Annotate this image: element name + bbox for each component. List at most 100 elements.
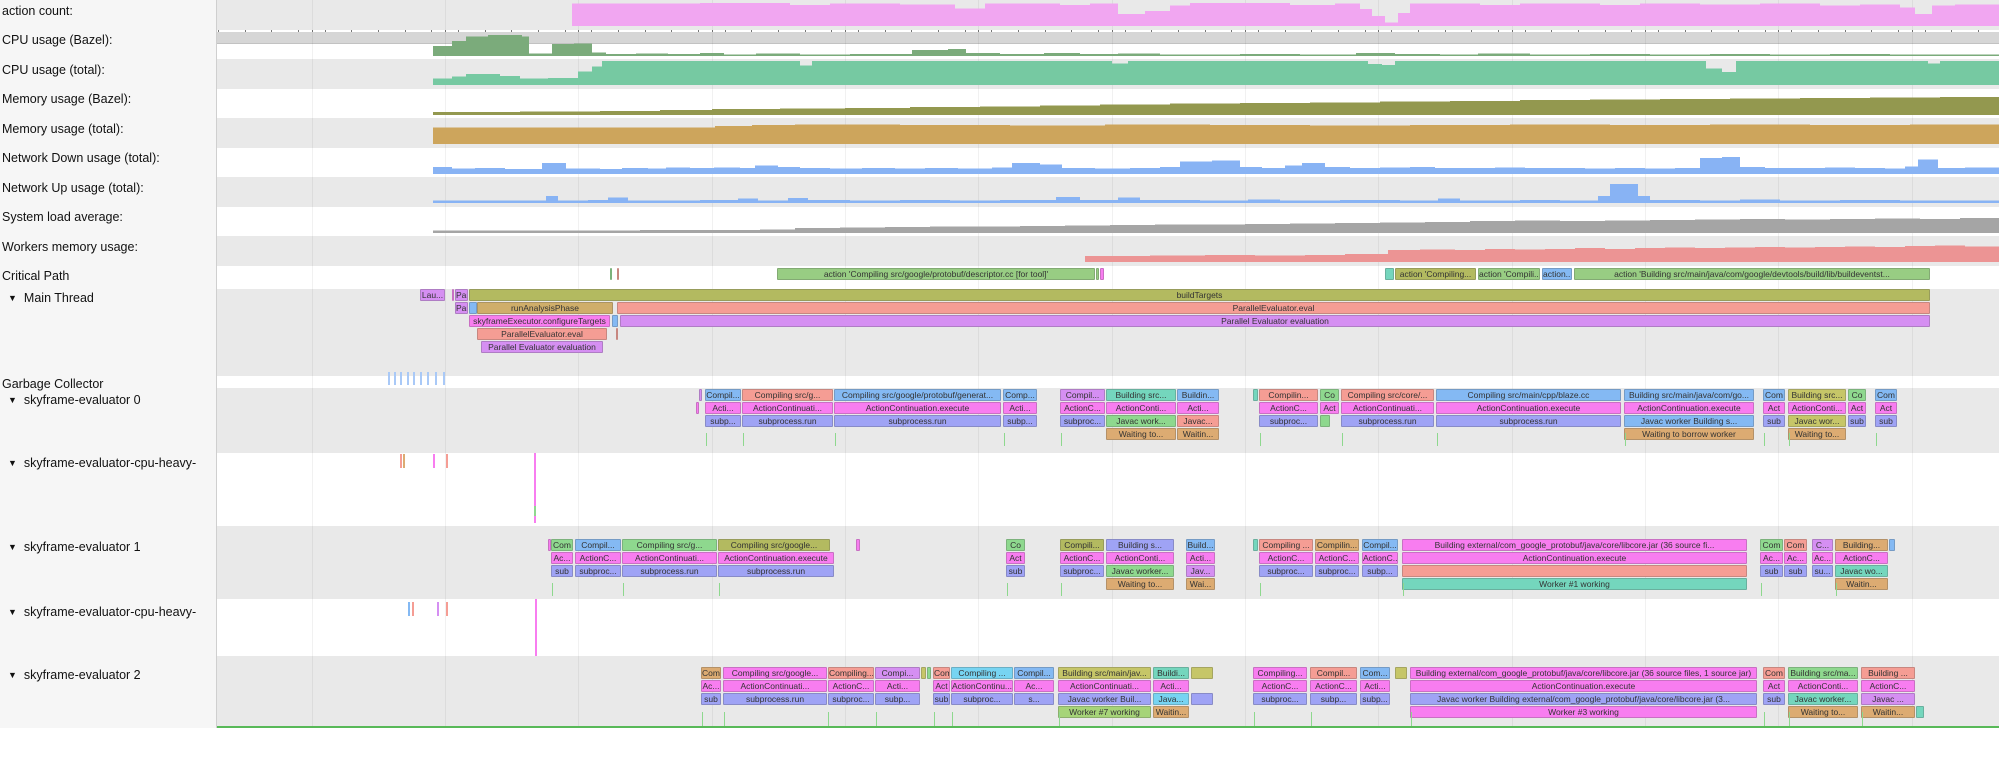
slice[interactable]: Co: [1320, 389, 1339, 401]
slice[interactable]: Com: [1760, 539, 1783, 551]
slice[interactable]: ActionC...: [575, 552, 621, 564]
event-tick[interactable]: [828, 712, 829, 726]
slice[interactable]: Building src...: [1788, 389, 1846, 401]
slice[interactable]: Javac wor...: [1788, 415, 1846, 427]
slice[interactable]: ActionContinuation.execute: [1410, 680, 1757, 692]
slice[interactable]: Jav...: [1186, 565, 1215, 577]
slice[interactable]: s...: [1014, 693, 1054, 705]
event-tick[interactable]: [706, 433, 707, 446]
event-tick[interactable]: [1004, 433, 1005, 446]
event-tick[interactable]: [1764, 433, 1765, 446]
slice[interactable]: subproc...: [828, 693, 874, 705]
slice[interactable]: subproc...: [1259, 565, 1313, 577]
track-label-skyframe-evaluator-1[interactable]: ▼skyframe-evaluator 1: [8, 540, 141, 554]
slice[interactable]: ActionC...: [1310, 680, 1357, 692]
slice[interactable]: Building external/com_google_protobuf/ja…: [1402, 539, 1747, 551]
slice[interactable]: [1402, 565, 1747, 577]
slice[interactable]: sub: [1848, 415, 1866, 427]
slice[interactable]: Acti...: [1360, 680, 1390, 692]
slice[interactable]: subproc...: [575, 565, 621, 577]
event-tick[interactable]: [400, 372, 402, 385]
slice[interactable]: [1191, 667, 1213, 679]
slice[interactable]: ParallelEvaluator.eval: [617, 302, 1930, 314]
slice[interactable]: Waiting to...: [1788, 706, 1858, 718]
slice[interactable]: sub: [1784, 565, 1807, 577]
slice[interactable]: Waiting to borrow worker: [1624, 428, 1754, 440]
slice[interactable]: Compiling src/google...: [723, 667, 827, 679]
slice[interactable]: subp...: [875, 693, 920, 705]
track-label-main-thread[interactable]: ▼Main Thread: [8, 291, 94, 305]
slice[interactable]: Com: [1763, 389, 1785, 401]
slice[interactable]: ActionContinuati...: [723, 680, 827, 692]
slice[interactable]: Waitin...: [1835, 578, 1888, 590]
slice[interactable]: ActionC...: [1060, 402, 1105, 414]
track-label-skyframe-evaluator-cpu-heavy[interactable]: ▼skyframe-evaluator-cpu-heavy-: [8, 605, 196, 619]
event-tick[interactable]: [435, 372, 437, 385]
slice[interactable]: subp...: [1310, 693, 1357, 705]
event-tick[interactable]: [724, 712, 725, 726]
slice[interactable]: subp...: [1360, 693, 1390, 705]
slice[interactable]: ActionContinuation.execute: [1402, 552, 1747, 564]
counter-chart-network-down-usage[interactable]: [0, 150, 1999, 174]
event-tick[interactable]: [1311, 712, 1312, 726]
event-tick[interactable]: [719, 583, 720, 596]
slice[interactable]: Javac worker...: [1788, 693, 1858, 705]
slice[interactable]: subproc...: [1315, 565, 1359, 577]
slice[interactable]: [1385, 268, 1394, 280]
slice[interactable]: Com: [551, 539, 573, 551]
slice[interactable]: [612, 315, 618, 327]
slice[interactable]: Building src/main/jav...: [1058, 667, 1151, 679]
slice[interactable]: ActionConti...: [1106, 552, 1174, 564]
event-tick[interactable]: [876, 712, 877, 726]
slice[interactable]: ActionConti...: [1788, 680, 1858, 692]
slice[interactable]: subprocess.run: [622, 565, 717, 577]
event-tick[interactable]: [1007, 583, 1008, 596]
slice[interactable]: [1253, 389, 1258, 401]
slice[interactable]: Build...: [1186, 539, 1215, 551]
event-tick[interactable]: [1254, 712, 1255, 726]
event-tick[interactable]: [1342, 433, 1343, 446]
slice[interactable]: Compiling src/google/protobuf/generat...: [834, 389, 1001, 401]
slice[interactable]: Compiling ...: [951, 667, 1013, 679]
event-tick[interactable]: [1789, 712, 1790, 726]
event-tick[interactable]: [446, 602, 448, 616]
slice[interactable]: Com: [1784, 539, 1807, 551]
slice[interactable]: ActionC...: [1315, 552, 1359, 564]
slice[interactable]: [699, 389, 702, 401]
event-tick[interactable]: [433, 454, 435, 468]
event-tick[interactable]: [1260, 433, 1261, 446]
slice[interactable]: Act: [1848, 402, 1866, 414]
slice[interactable]: Compiling src/g...: [742, 389, 833, 401]
slice[interactable]: Act: [933, 680, 950, 692]
slice[interactable]: subp...: [1362, 565, 1398, 577]
slice[interactable]: Worker #7 working: [1058, 706, 1151, 718]
event-tick[interactable]: [1764, 712, 1765, 726]
slice[interactable]: sub: [1875, 415, 1897, 427]
slice[interactable]: ParallelEvaluator.eval: [477, 328, 607, 340]
slice[interactable]: Waiting to...: [1788, 428, 1846, 440]
slice[interactable]: [1100, 268, 1104, 280]
slice[interactable]: Compiling src/g...: [622, 539, 717, 551]
slice[interactable]: subp...: [705, 415, 741, 427]
slice[interactable]: [617, 268, 619, 280]
track-label-skyframe-evaluator-cpu-heavy[interactable]: ▼skyframe-evaluator-cpu-heavy-: [8, 456, 196, 470]
event-tick[interactable]: [1836, 583, 1837, 596]
slice[interactable]: ActionContinu...: [951, 680, 1013, 692]
slice[interactable]: Wai...: [1186, 578, 1215, 590]
slice[interactable]: subprocess.run: [718, 565, 834, 577]
slice[interactable]: sub: [1760, 565, 1783, 577]
event-tick[interactable]: [1761, 583, 1762, 596]
slice[interactable]: Acti...: [1003, 402, 1037, 414]
slice[interactable]: ActionC...: [828, 680, 874, 692]
slice[interactable]: su...: [1812, 565, 1833, 577]
slice[interactable]: Compiling...: [828, 667, 874, 679]
slice[interactable]: ActionContinuati...: [742, 402, 833, 414]
counter-chart-memory-usage-bazel[interactable]: [0, 91, 1999, 115]
event-tick[interactable]: [446, 454, 448, 468]
slice[interactable]: Javac worker...: [1106, 565, 1174, 577]
collapse-arrow-icon[interactable]: ▼: [8, 293, 17, 303]
event-tick[interactable]: [934, 712, 935, 726]
counter-chart-memory-usage-total[interactable]: [0, 120, 1999, 144]
slice[interactable]: ActionC...: [1362, 552, 1398, 564]
slice[interactable]: sub: [551, 565, 573, 577]
